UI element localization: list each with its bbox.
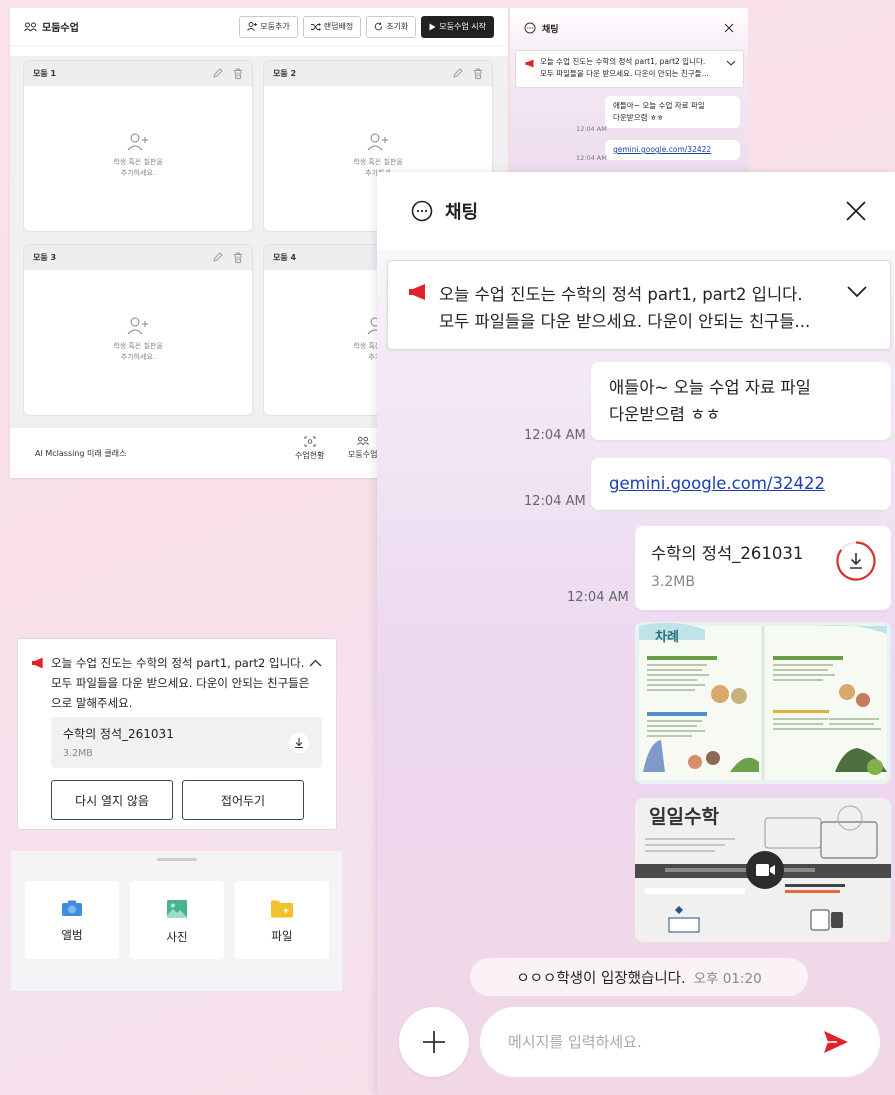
group-icon [356, 436, 369, 445]
dont-open-again-button[interactable]: 다시 열지 않음 [51, 780, 173, 820]
add-group-label: 모둠추가 [260, 22, 290, 31]
notice-attached-file[interactable]: 수학의 정석_261031 3.2MB [51, 717, 322, 768]
trash-icon[interactable] [473, 68, 483, 79]
group-panel-title-text: 모둠수업 [42, 23, 79, 34]
class-status-tab[interactable]: 수업현황 [295, 436, 324, 461]
join-notice: ㅇㅇㅇ학생이 입장했습니다. 오후 01:20 [470, 958, 808, 996]
megaphone-icon [525, 59, 534, 68]
message-time: 12:04 AM [576, 125, 607, 133]
random-assign-label: 랜덤배정 [323, 22, 354, 31]
chat-panel: 채팅 오늘 수업 진도는 수학의 정석 part1, part2 입니다. 모두… [377, 172, 895, 1095]
group-panel-header: 모둠수업 모둠추가 랜덤배정 초기화 모둠수업 시작 [10, 8, 508, 46]
reset-label: 초기화 [386, 22, 409, 31]
small-chat-notice[interactable]: 오늘 수업 진도는 수학의 정석 part1, part2 입니다. 모두 파일… [515, 50, 744, 88]
shared-link[interactable]: gemini.google.com/32422 [613, 145, 711, 154]
video-title: 일일수학 [649, 806, 719, 828]
group-card-3[interactable]: 모둠 3 학생 혹은 칠판을 추가하세요. [23, 244, 253, 416]
add-person-icon [367, 133, 388, 151]
chat-header: 채팅 [377, 172, 895, 250]
close-icon[interactable] [845, 200, 867, 222]
add-person-icon [127, 133, 148, 151]
message-time: 12:04 AM [524, 428, 586, 443]
pinned-notice[interactable]: 오늘 수업 진도는 수학의 정석 part1, part2 입니다. 모두 파일… [387, 260, 891, 350]
join-time: 오후 01:20 [693, 971, 762, 987]
sheet-handle[interactable] [157, 858, 197, 861]
download-icon[interactable] [835, 540, 877, 582]
group-card-title: 모둠 2 [273, 69, 297, 78]
megaphone-icon [409, 284, 425, 300]
textbook-image [639, 622, 887, 780]
small-chat-link-message[interactable]: gemini.google.com/32422 [605, 140, 740, 160]
play-icon [429, 23, 436, 30]
message-time: 12:04 AM [567, 590, 629, 605]
attach-bottom-sheet: 앨범 사진 파일 [11, 851, 342, 991]
add-user-icon [247, 22, 258, 31]
group-card-title: 모둠 3 [33, 253, 57, 262]
folder-icon [271, 900, 293, 918]
album-option[interactable]: 앨범 [25, 881, 119, 959]
chat-title: 채팅 [445, 202, 479, 223]
small-chat-message: 애들아~ 오늘 수업 자료 파일 다운받으렴 ㅎㅎ [605, 96, 740, 128]
notice-expanded-panel: 오늘 수업 진도는 수학의 정석 part1, part2 입니다. 모두 파일… [17, 638, 337, 830]
image-icon [167, 900, 187, 918]
trash-icon[interactable] [233, 68, 243, 79]
message-input[interactable] [480, 1007, 880, 1077]
chat-link-message[interactable]: gemini.google.com/32422 [591, 458, 891, 510]
chevron-down-icon[interactable] [726, 60, 736, 66]
chevron-down-icon[interactable] [846, 285, 868, 299]
video-camera-icon[interactable] [745, 850, 785, 890]
chat-file-message[interactable]: 수학의 정석_261031 3.2MB [635, 526, 891, 610]
brand-name: AI Mclassing 미래 클래스 [35, 448, 127, 458]
small-chat-title: 채팅 [542, 24, 559, 35]
small-chat-panel: 채팅 오늘 수업 진도는 수학의 정석 part1, part2 입니다. 모두… [510, 8, 748, 178]
file-option[interactable]: 파일 [235, 881, 329, 959]
textbook-heading: 차례 [655, 630, 679, 645]
camera-icon [62, 900, 82, 916]
send-icon[interactable] [823, 1030, 849, 1054]
notice-text: 오늘 수업 진도는 수학의 정석 part1, part2 입니다. 모두 파일… [51, 656, 310, 710]
shared-video-thumbnail[interactable]: 일일수학 [635, 798, 891, 942]
pencil-icon[interactable] [212, 68, 223, 79]
start-group-class-button[interactable]: 모둠수업 시작 [421, 15, 494, 38]
group-empty-state: 학생 혹은 칠판을 추가하세요. [24, 317, 252, 363]
chat-icon [524, 22, 536, 34]
group-empty-state: 학생 혹은 칠판을 추가하세요. [24, 133, 252, 179]
megaphone-icon [32, 657, 43, 669]
close-icon[interactable] [724, 23, 734, 33]
shared-link[interactable]: gemini.google.com/32422 [609, 474, 825, 493]
notice-line-1: 오늘 수업 진도는 수학의 정석 part1, part2 입니다. [439, 285, 803, 304]
file-name: 수학의 정석_261031 [63, 727, 174, 741]
group-card-title: 모둠 1 [33, 69, 57, 78]
group-class-tab[interactable]: 모둠수업 [348, 436, 377, 460]
refresh-icon [374, 22, 383, 31]
file-size: 3.2MB [63, 748, 93, 759]
group-card-1[interactable]: 모둠 1 학생 혹은 칠판을 추가하세요. [23, 60, 253, 232]
message-time: 12:04 AM [576, 154, 607, 162]
shared-image-textbook[interactable]: 차례 [635, 622, 891, 784]
group-panel-title: 모둠수업 [24, 19, 79, 34]
chat-message: 애들아~ 오늘 수업 자료 파일 다운받으렴 ㅎㅎ [591, 362, 891, 440]
collapse-button[interactable]: 접어두기 [182, 780, 304, 820]
pencil-icon[interactable] [452, 68, 463, 79]
start-group-class-label: 모둠수업 시작 [439, 22, 486, 31]
attach-button[interactable] [399, 1007, 469, 1077]
group-icon [24, 22, 37, 32]
add-person-icon [127, 317, 148, 335]
shuffle-icon [310, 22, 321, 31]
add-group-button[interactable]: 모둠추가 [239, 15, 298, 38]
reset-button[interactable]: 초기화 [366, 15, 417, 38]
message-time: 12:04 AM [524, 494, 586, 509]
chat-icon [411, 200, 433, 222]
status-icon [304, 436, 316, 447]
group-card-title: 모둠 4 [273, 253, 297, 262]
chevron-up-icon[interactable] [309, 659, 322, 667]
photo-option[interactable]: 사진 [130, 881, 224, 959]
notice-line-2: 모두 파일들을 다운 받으세요. 다운이 안되는 친구들... [439, 312, 811, 331]
plus-icon [423, 1031, 445, 1053]
trash-icon[interactable] [233, 252, 243, 263]
download-icon[interactable] [288, 732, 310, 754]
random-assign-button[interactable]: 랜덤배정 [302, 15, 362, 38]
pencil-icon[interactable] [212, 252, 223, 263]
